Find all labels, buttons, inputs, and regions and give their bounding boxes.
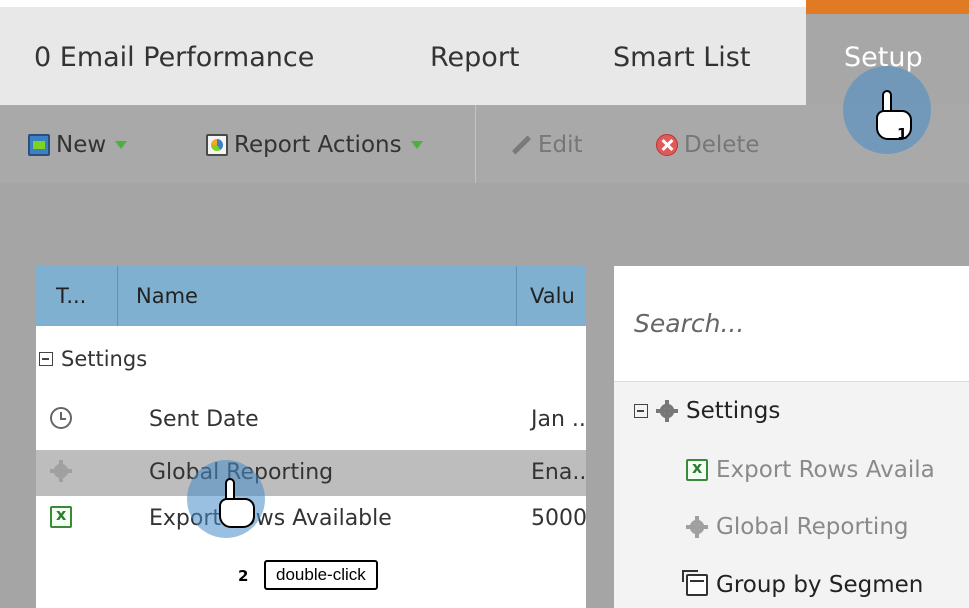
tree-item-group-by-segment[interactable]: Group by Segmen xyxy=(682,570,924,598)
table-row-selected[interactable]: Global Reporting Ena.. xyxy=(36,450,586,496)
tree-group-settings[interactable]: Settings xyxy=(634,398,780,424)
delete-button[interactable]: Delete xyxy=(656,130,760,160)
tree-item-label: Global Reporting xyxy=(716,514,909,540)
dropdown-caret-icon xyxy=(115,141,128,149)
grid-header: T... Name Valu xyxy=(36,266,586,326)
search-input[interactable] xyxy=(614,266,969,382)
row-value: Ena.. xyxy=(531,460,587,485)
new-button[interactable]: New xyxy=(28,130,128,160)
excel-icon xyxy=(50,505,72,528)
tree-group-label: Settings xyxy=(686,398,781,424)
settings-tree: Settings Export Rows Availa Global Repor… xyxy=(614,382,969,608)
double-click-tooltip: double-click xyxy=(264,560,378,590)
column-header-value[interactable]: Valu xyxy=(530,284,575,308)
clock-icon xyxy=(50,407,72,429)
settings-panel: Settings Export Rows Availa Global Repor… xyxy=(614,266,969,608)
step-number: 1 xyxy=(897,125,908,143)
gear-icon xyxy=(50,460,72,482)
tab-bar: 0 Email Performance Report Smart List Se… xyxy=(0,0,969,105)
gear-icon xyxy=(686,516,708,538)
table-row[interactable]: Export Rows Available 5000 xyxy=(36,496,587,542)
tree-item-label: Group by Segmen xyxy=(716,572,924,598)
tree-item-global-reporting[interactable]: Global Reporting xyxy=(686,514,909,540)
new-button-label: New xyxy=(56,132,107,158)
tab-report[interactable]: Report xyxy=(430,42,520,73)
collapse-icon[interactable] xyxy=(39,352,53,366)
column-header-type[interactable]: T... xyxy=(56,284,86,308)
column-divider[interactable] xyxy=(117,266,118,326)
row-value: Jan .. xyxy=(531,407,586,432)
collapse-icon[interactable] xyxy=(634,404,648,418)
settings-grid: T... Name Valu Settings Sent Date Jan ..… xyxy=(36,266,587,608)
edit-button-label: Edit xyxy=(538,132,583,158)
hand-palm xyxy=(219,498,255,528)
tree-item-export-rows[interactable]: Export Rows Availa xyxy=(686,457,935,483)
tree-item-label: Export Rows Availa xyxy=(716,457,935,483)
edit-button[interactable]: Edit xyxy=(510,130,583,160)
table-row[interactable]: Sent Date Jan .. xyxy=(36,397,586,443)
toolbar: New Report Actions Edit Delete xyxy=(0,105,969,183)
report-actions-label: Report Actions xyxy=(234,132,402,158)
excel-icon xyxy=(686,458,708,481)
row-name: Export Rows Available xyxy=(149,506,392,531)
delete-icon xyxy=(656,134,678,156)
delete-button-label: Delete xyxy=(684,132,760,158)
tab-smart-list[interactable]: Smart List xyxy=(613,42,750,73)
gear-icon xyxy=(656,400,678,422)
hand-cursor-icon xyxy=(872,90,918,146)
group-icon xyxy=(682,570,708,596)
dropdown-caret-icon xyxy=(410,141,423,149)
hand-cursor-icon xyxy=(215,478,261,534)
row-name: Sent Date xyxy=(149,407,259,432)
step-number: 2 xyxy=(238,567,249,585)
toolbar-divider xyxy=(475,105,476,183)
tab-email-performance[interactable]: 0 Email Performance xyxy=(34,42,314,73)
grid-group-row[interactable]: Settings xyxy=(36,339,586,385)
row-value: 5000 xyxy=(531,506,587,531)
active-tab-indicator xyxy=(806,0,969,14)
report-icon xyxy=(206,134,228,156)
grid-group-label: Settings xyxy=(39,347,147,371)
report-actions-button[interactable]: Report Actions xyxy=(206,130,423,160)
pencil-icon xyxy=(510,134,532,156)
new-icon xyxy=(28,134,50,156)
column-header-name[interactable]: Name xyxy=(136,284,198,308)
column-divider[interactable] xyxy=(516,266,517,326)
grid-group-text: Settings xyxy=(61,347,148,371)
